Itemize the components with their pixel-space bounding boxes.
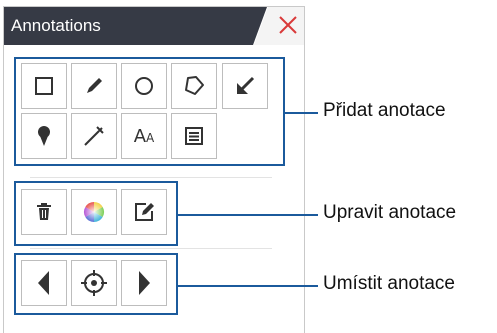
place-annotations-label: Umístit anotace: [323, 273, 455, 294]
tool-pin-button[interactable]: [21, 113, 67, 159]
edit-button[interactable]: [121, 189, 167, 235]
trash-icon: [37, 203, 51, 220]
pin-icon: [38, 126, 50, 146]
edit-annotations-label: Upravit anotace: [323, 202, 457, 223]
edit-icon: [135, 203, 154, 221]
pencil-icon: [87, 78, 102, 93]
add-callout-line: [285, 112, 318, 114]
circle-icon: [135, 77, 153, 95]
separator: [30, 248, 272, 249]
tool-rectangle-button[interactable]: [21, 63, 67, 109]
add-annotations-label: Přidat anotace: [323, 100, 446, 121]
previous-button[interactable]: [21, 260, 67, 306]
close-button[interactable]: [276, 12, 300, 38]
arrow-left-icon: [38, 271, 49, 295]
annotations-panel: Annotations AA: [3, 6, 305, 333]
separator: [30, 177, 272, 178]
color-button[interactable]: [71, 189, 117, 235]
arrow-icon: [237, 76, 255, 94]
place-callout-line: [178, 285, 318, 287]
next-button[interactable]: [121, 260, 167, 306]
note-icon: [185, 127, 203, 145]
panel-titlebar: Annotations: [4, 7, 304, 45]
color-wheel-icon: [84, 202, 104, 222]
tool-circle-button[interactable]: [121, 63, 167, 109]
polygon-icon: [185, 76, 204, 95]
measure-icon: [84, 126, 104, 146]
tool-arrow-button[interactable]: [222, 63, 268, 109]
rectangle-icon: [35, 77, 53, 95]
text-icon-large-a: A: [133, 125, 147, 147]
text-icon: AA: [134, 126, 155, 147]
panel-title: Annotations: [11, 16, 101, 35]
tool-measure-button[interactable]: [71, 113, 117, 159]
tool-note-button[interactable]: [171, 113, 217, 159]
tool-text-button[interactable]: AA: [121, 113, 167, 159]
text-icon-small-a: A: [146, 130, 155, 145]
tool-polygon-button[interactable]: [171, 63, 217, 109]
locate-button[interactable]: [71, 260, 117, 306]
tool-pencil-button[interactable]: [71, 63, 117, 109]
edit-callout-line: [178, 214, 318, 216]
arrow-right-icon: [139, 271, 150, 295]
delete-button[interactable]: [21, 189, 67, 235]
close-x-icon: [279, 16, 297, 34]
target-icon: [81, 270, 107, 296]
